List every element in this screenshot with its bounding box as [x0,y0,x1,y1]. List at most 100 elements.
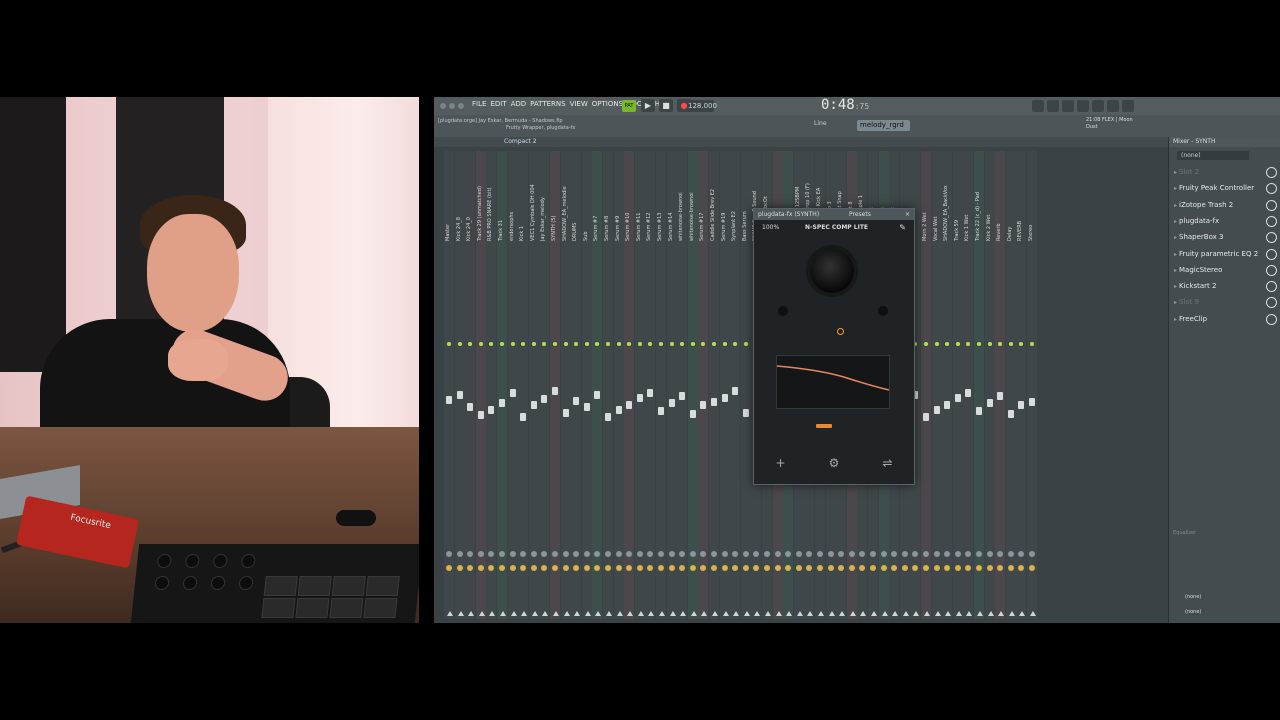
save-icon[interactable] [1092,100,1104,112]
pan-knob[interactable] [785,551,792,557]
mixer-track[interactable]: R&B PRO SNARE (bit) [486,151,496,619]
stereo-knob[interactable] [817,565,823,571]
pan-knob[interactable] [954,551,961,557]
stereo-knob[interactable] [541,565,548,571]
volume-fader[interactable] [499,399,505,407]
volume-fader[interactable] [658,407,664,415]
route-arrow-icon[interactable] [786,611,793,616]
slot-mix-knob[interactable] [1266,281,1277,293]
stereo-knob[interactable] [509,565,516,571]
volume-fader[interactable] [689,410,696,418]
mixer-track[interactable]: DRUMS [571,151,581,619]
mixer-track[interactable]: Track 29 (unmatched) [475,151,486,619]
effect-slot[interactable]: ▸ Fruity parametric EQ 2 [1169,247,1280,262]
mixer-track[interactable]: Stereo [1027,151,1037,619]
stereo-knob[interactable] [488,565,495,571]
pan-knob[interactable] [552,551,558,557]
route-arrow-icon[interactable] [574,611,581,616]
route-arrow-icon[interactable] [754,611,761,616]
effect-slot[interactable]: ▸ plugdata-fx [1169,214,1280,229]
route-arrow-icon[interactable] [680,611,687,616]
route-arrow-icon[interactable] [542,611,549,616]
stereo-knob[interactable] [795,565,802,571]
mixer-track[interactable]: Synplant E2 [730,151,740,619]
route-arrow-icon[interactable] [648,611,655,616]
mixer-track[interactable]: Serum #12 [645,151,655,619]
slot-mix-knob[interactable] [1266,183,1277,195]
stop-button[interactable]: ■ [659,99,673,112]
mixer-track[interactable]: whitenoise-brownoi [687,151,698,619]
volume-fader[interactable] [626,401,633,409]
volume-fader[interactable] [541,395,548,403]
mixer-track[interactable]: SHADOW_EA_melodie [561,151,571,619]
mixer-track[interactable]: Serum #14 [667,151,677,619]
slot-arrow-icon[interactable]: ▸ [1174,181,1177,196]
route-arrow-icon[interactable] [627,611,634,616]
route-arrow-icon[interactable] [765,611,771,616]
route-arrow-icon[interactable] [977,611,983,616]
track-active-led[interactable] [595,342,600,346]
track-active-led[interactable] [584,342,589,346]
stereo-knob[interactable] [976,565,982,571]
menu-add[interactable]: ADD [511,100,527,108]
route-arrow-icon[interactable] [1019,611,1026,616]
route-arrow-icon[interactable] [839,611,846,616]
route-arrow-icon[interactable] [743,611,750,616]
track-active-led[interactable] [659,342,663,346]
mixer-layout-label[interactable]: Compact 2 [504,138,537,145]
track-active-led[interactable] [542,342,547,346]
mic-icon[interactable] [1062,100,1074,112]
stereo-knob[interactable] [605,565,611,571]
route-arrow-icon[interactable] [881,611,888,616]
route-arrow-icon[interactable] [987,611,994,616]
stereo-knob[interactable] [785,565,792,571]
volume-fader[interactable] [923,413,929,421]
route-arrow-icon[interactable] [828,611,835,616]
pan-knob[interactable] [732,551,739,557]
pan-knob[interactable] [658,551,664,557]
track-active-led[interactable] [468,342,473,346]
stereo-knob[interactable] [594,565,601,571]
stereo-knob[interactable] [636,565,643,571]
slot-arrow-icon[interactable]: ▸ [1174,295,1177,310]
pan-knob[interactable] [880,551,887,557]
route-arrow-icon[interactable] [807,611,814,616]
track-active-led[interactable] [966,342,971,346]
stereo-knob[interactable] [891,565,898,571]
volume-fader[interactable] [986,399,993,407]
window-close-icon[interactable] [440,103,446,109]
slot-mix-knob[interactable] [1266,232,1277,244]
pattern-selector[interactable]: melody_rgrd [857,120,910,131]
pan-knob[interactable] [679,551,686,557]
route-arrow-icon[interactable] [902,611,909,616]
volume-fader[interactable] [615,406,622,414]
track-active-led[interactable] [447,342,451,346]
volume-fader[interactable] [1007,410,1014,418]
mixer-track[interactable]: SYNTH (5) [550,151,560,619]
mixer-track[interactable]: Serum #10 [624,151,635,619]
presets-button[interactable]: Presets [849,209,871,220]
track-active-led[interactable] [690,342,695,346]
snap-selector[interactable]: Line [814,120,827,127]
volume-fader[interactable] [605,413,611,421]
volume-fader[interactable] [668,399,675,407]
pan-knob[interactable] [774,551,781,557]
pan-knob[interactable] [573,551,580,557]
volume-fader[interactable] [944,401,951,409]
track-active-led[interactable] [945,342,950,346]
route-arrow-icon[interactable] [945,611,952,616]
route-arrow-icon[interactable] [892,611,899,616]
mixer-track[interactable]: Serum #19 [720,151,730,619]
slot-arrow-icon[interactable]: ▸ [1174,214,1177,229]
track-active-led[interactable] [680,342,685,346]
track-active-led[interactable] [521,342,526,346]
tempo-display[interactable]: 128.000 [688,100,717,112]
pan-knob[interactable] [965,551,972,557]
pan-knob[interactable] [488,551,495,557]
small-knob[interactable] [778,306,788,316]
route-arrow-icon[interactable] [510,611,517,616]
pan-knob[interactable] [1007,551,1014,557]
route-arrow-icon[interactable] [871,611,877,616]
close-icon[interactable]: × [905,209,910,220]
small-knob[interactable] [878,306,888,316]
